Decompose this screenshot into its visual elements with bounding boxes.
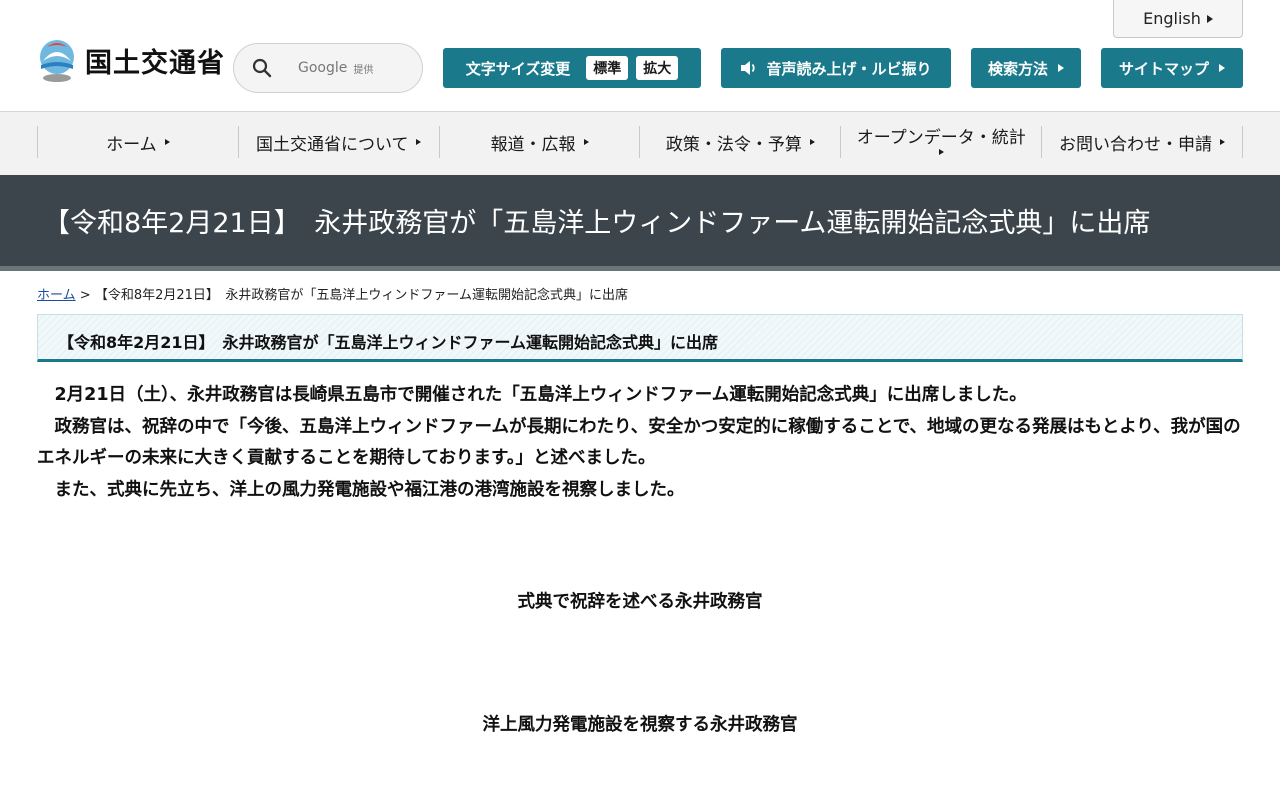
- nav-item-home[interactable]: ホーム: [38, 126, 239, 158]
- breadcrumb-current: 【令和8年2月21日】 永井政務官が「五島洋上ウィンドファーム運転開始記念式典」…: [94, 288, 629, 303]
- search-method-label: 検索方法: [987, 59, 1048, 78]
- triangle-right-icon: [1220, 139, 1226, 145]
- nav-label: ホーム: [106, 134, 157, 155]
- article-heading: 【令和8年2月21日】 永井政務官が「五島洋上ウィンドファーム運転開始記念式典」…: [58, 333, 719, 352]
- breadcrumb-home-link[interactable]: ホーム: [37, 288, 76, 303]
- nav-item-about[interactable]: 国土交通省について: [239, 126, 440, 158]
- triangle-right-icon: [164, 139, 170, 145]
- article-body: 2月21日（土）、永井政務官は長崎県五島市で開催された「五島洋上ウィンドファーム…: [37, 380, 1243, 506]
- font-size-large-button[interactable]: 拡大: [636, 56, 679, 80]
- nav-label: 報道・広報: [490, 134, 576, 155]
- triangle-right-icon: [583, 139, 589, 145]
- title-banner: 【令和8年2月21日】 永井政務官が「五島洋上ウィンドファーム運転開始記念式典」…: [0, 175, 1280, 271]
- search-icon: [252, 58, 272, 78]
- triangle-right-icon: [416, 139, 422, 145]
- speaker-icon: [741, 61, 756, 75]
- photo-caption-inspection: 洋上風力発電施設を視察する永井政務官: [482, 715, 798, 735]
- article-heading-box: 【令和8年2月21日】 永井政務官が「五島洋上ウィンドファーム運転開始記念式典」…: [37, 314, 1243, 362]
- triangle-right-icon: [1206, 14, 1213, 23]
- font-size-label: 文字サイズ変更: [465, 59, 571, 78]
- page-title: 【令和8年2月21日】 永井政務官が「五島洋上ウィンドファーム運転開始記念式典」…: [43, 208, 1151, 239]
- nav-item-press[interactable]: 報道・広報: [440, 126, 641, 158]
- sitemap-label: サイトマップ: [1118, 59, 1209, 78]
- site-logo[interactable]: 国土交通省: [37, 36, 225, 84]
- search-method-button[interactable]: 検索方法: [971, 48, 1081, 88]
- article-paragraph: 2月21日（土）、永井政務官は長崎県五島市で開催された「五島洋上ウィンドファーム…: [37, 385, 1027, 405]
- nav-label: お問い合わせ・申請: [1059, 134, 1213, 155]
- breadcrumb-separator: >: [79, 288, 91, 303]
- font-size-control: 文字サイズ変更 標準 拡大: [443, 48, 701, 88]
- triangle-right-icon: [938, 148, 944, 155]
- english-label: English: [1143, 9, 1201, 28]
- triangle-right-icon: [1219, 64, 1225, 72]
- triangle-right-icon: [809, 139, 815, 145]
- speech-label: 音声読み上げ・ルビ振り: [766, 59, 932, 78]
- article-paragraph: また、式典に先立ち、洋上の風力発電施設や福江港の港湾施設を視察しました。: [37, 479, 685, 500]
- provided-by-label: 提供: [353, 64, 374, 76]
- breadcrumb: ホーム > 【令和8年2月21日】 永井政務官が「五島洋上ウィンドファーム運転開…: [37, 284, 628, 303]
- nav-item-opendata[interactable]: オープンデータ・統計: [841, 126, 1043, 158]
- triangle-right-icon: [1058, 64, 1064, 72]
- nav-label: 国土交通省について: [255, 134, 409, 155]
- font-size-standard-button[interactable]: 標準: [586, 56, 629, 80]
- google-label: Google: [298, 60, 348, 76]
- mlit-logo-icon: [40, 40, 74, 82]
- english-button[interactable]: English: [1113, 0, 1243, 38]
- global-nav: ホーム 国土交通省について 報道・広報 政策・法令・予算 オープンデータ・統計 …: [0, 112, 1280, 175]
- nav-label: 政策・法令・予算: [665, 134, 802, 155]
- nav-label: オープンデータ・統計: [856, 127, 1026, 148]
- speech-ruby-button[interactable]: 音声読み上げ・ルビ振り: [721, 48, 951, 88]
- sitemap-button[interactable]: サイトマップ: [1101, 48, 1243, 88]
- site-search[interactable]: Google 提供: [233, 43, 423, 93]
- nav-item-policy[interactable]: 政策・法令・予算: [640, 126, 842, 158]
- logo-text: 国土交通省: [85, 47, 225, 79]
- article-paragraph: 政務官は、祝辞の中で「今後、五島洋上ウィンドファームが長期にわたり、安全かつ安定…: [37, 416, 1241, 469]
- nav-item-contact[interactable]: お問い合わせ・申請: [1042, 126, 1243, 158]
- photo-caption-ceremony: 式典で祝辞を述べる永井政務官: [517, 592, 763, 612]
- site-header: English 国土交通省 Google 提供 文字サイズ変更 標準 拡大 音声…: [0, 0, 1280, 112]
